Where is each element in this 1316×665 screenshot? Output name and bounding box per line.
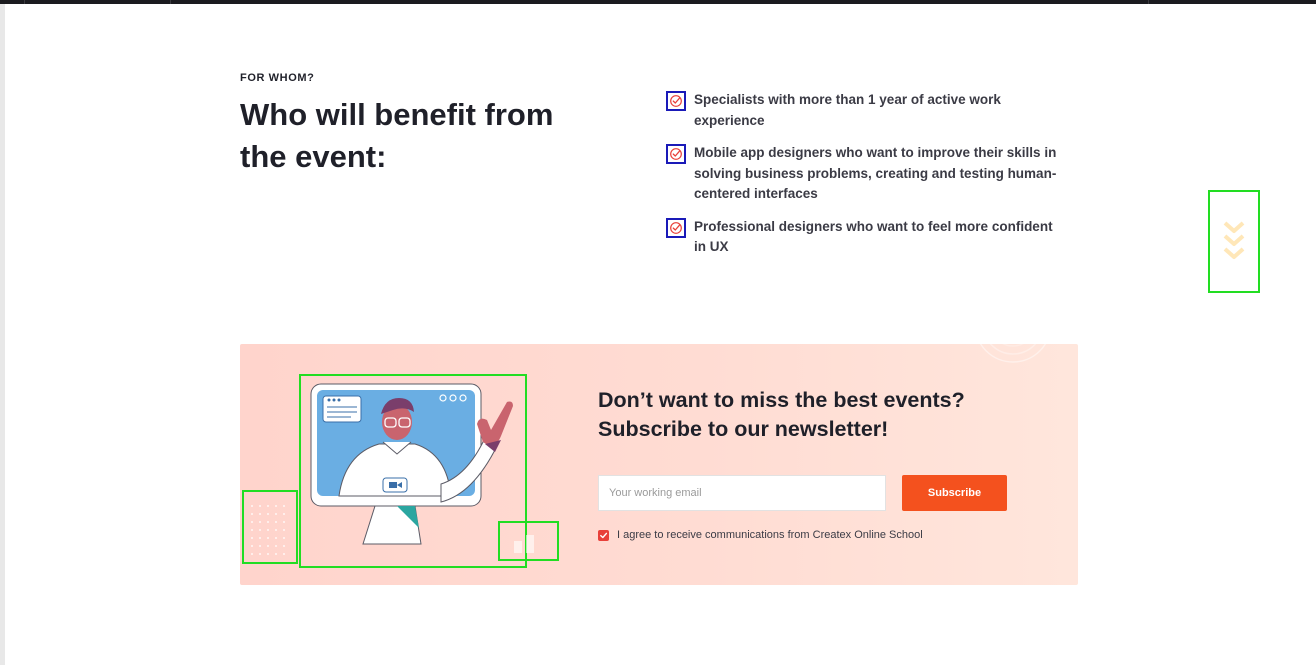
newsletter-title: Don’t want to miss the best events? Subs… [598,388,965,441]
list-item: Mobile app designers who want to improve… [666,143,1086,205]
consent-row: I agree to receive communications from C… [598,529,923,541]
decorative-rings [979,344,1047,363]
left-edge-strip [0,0,5,665]
scroll-down-button[interactable] [1208,190,1260,293]
newsletter-section: Don’t want to miss the best events? Subs… [240,344,1078,585]
consent-checkbox[interactable] [598,529,609,541]
email-field[interactable] [598,475,886,511]
top-bar-divider [24,0,25,4]
benefit-text: Mobile app designers who want to improve… [694,145,1057,201]
benefit-text: Specialists with more than 1 year of act… [694,92,1001,128]
check-circle-icon [666,144,686,164]
list-item: Professional designers who want to feel … [666,217,1086,258]
top-bar-divider [1148,0,1149,4]
check-circle-icon [666,217,686,238]
list-item: Specialists with more than 1 year of act… [666,90,1086,131]
consent-label: I agree to receive communications from C… [617,529,923,541]
section-heading: Who will benefit from the event: [240,97,554,174]
check-circle-icon [666,91,686,111]
benefit-text: Professional designers who want to feel … [694,218,1053,255]
page: FOR WHOM? Who will benefit from the even… [0,0,1316,665]
checkmark-icon [600,532,608,538]
dot-pattern [242,490,298,564]
top-bar [0,0,1316,4]
top-bar-divider [170,0,171,4]
chevron-down-icon [1223,221,1245,259]
subscribe-button[interactable]: Subscribe [902,475,1007,511]
section-eyebrow: FOR WHOM? [240,72,315,84]
benefits-list: Specialists with more than 1 year of act… [666,90,1086,270]
decorative-shapes [498,521,559,561]
video-call-illustration [299,374,527,568]
